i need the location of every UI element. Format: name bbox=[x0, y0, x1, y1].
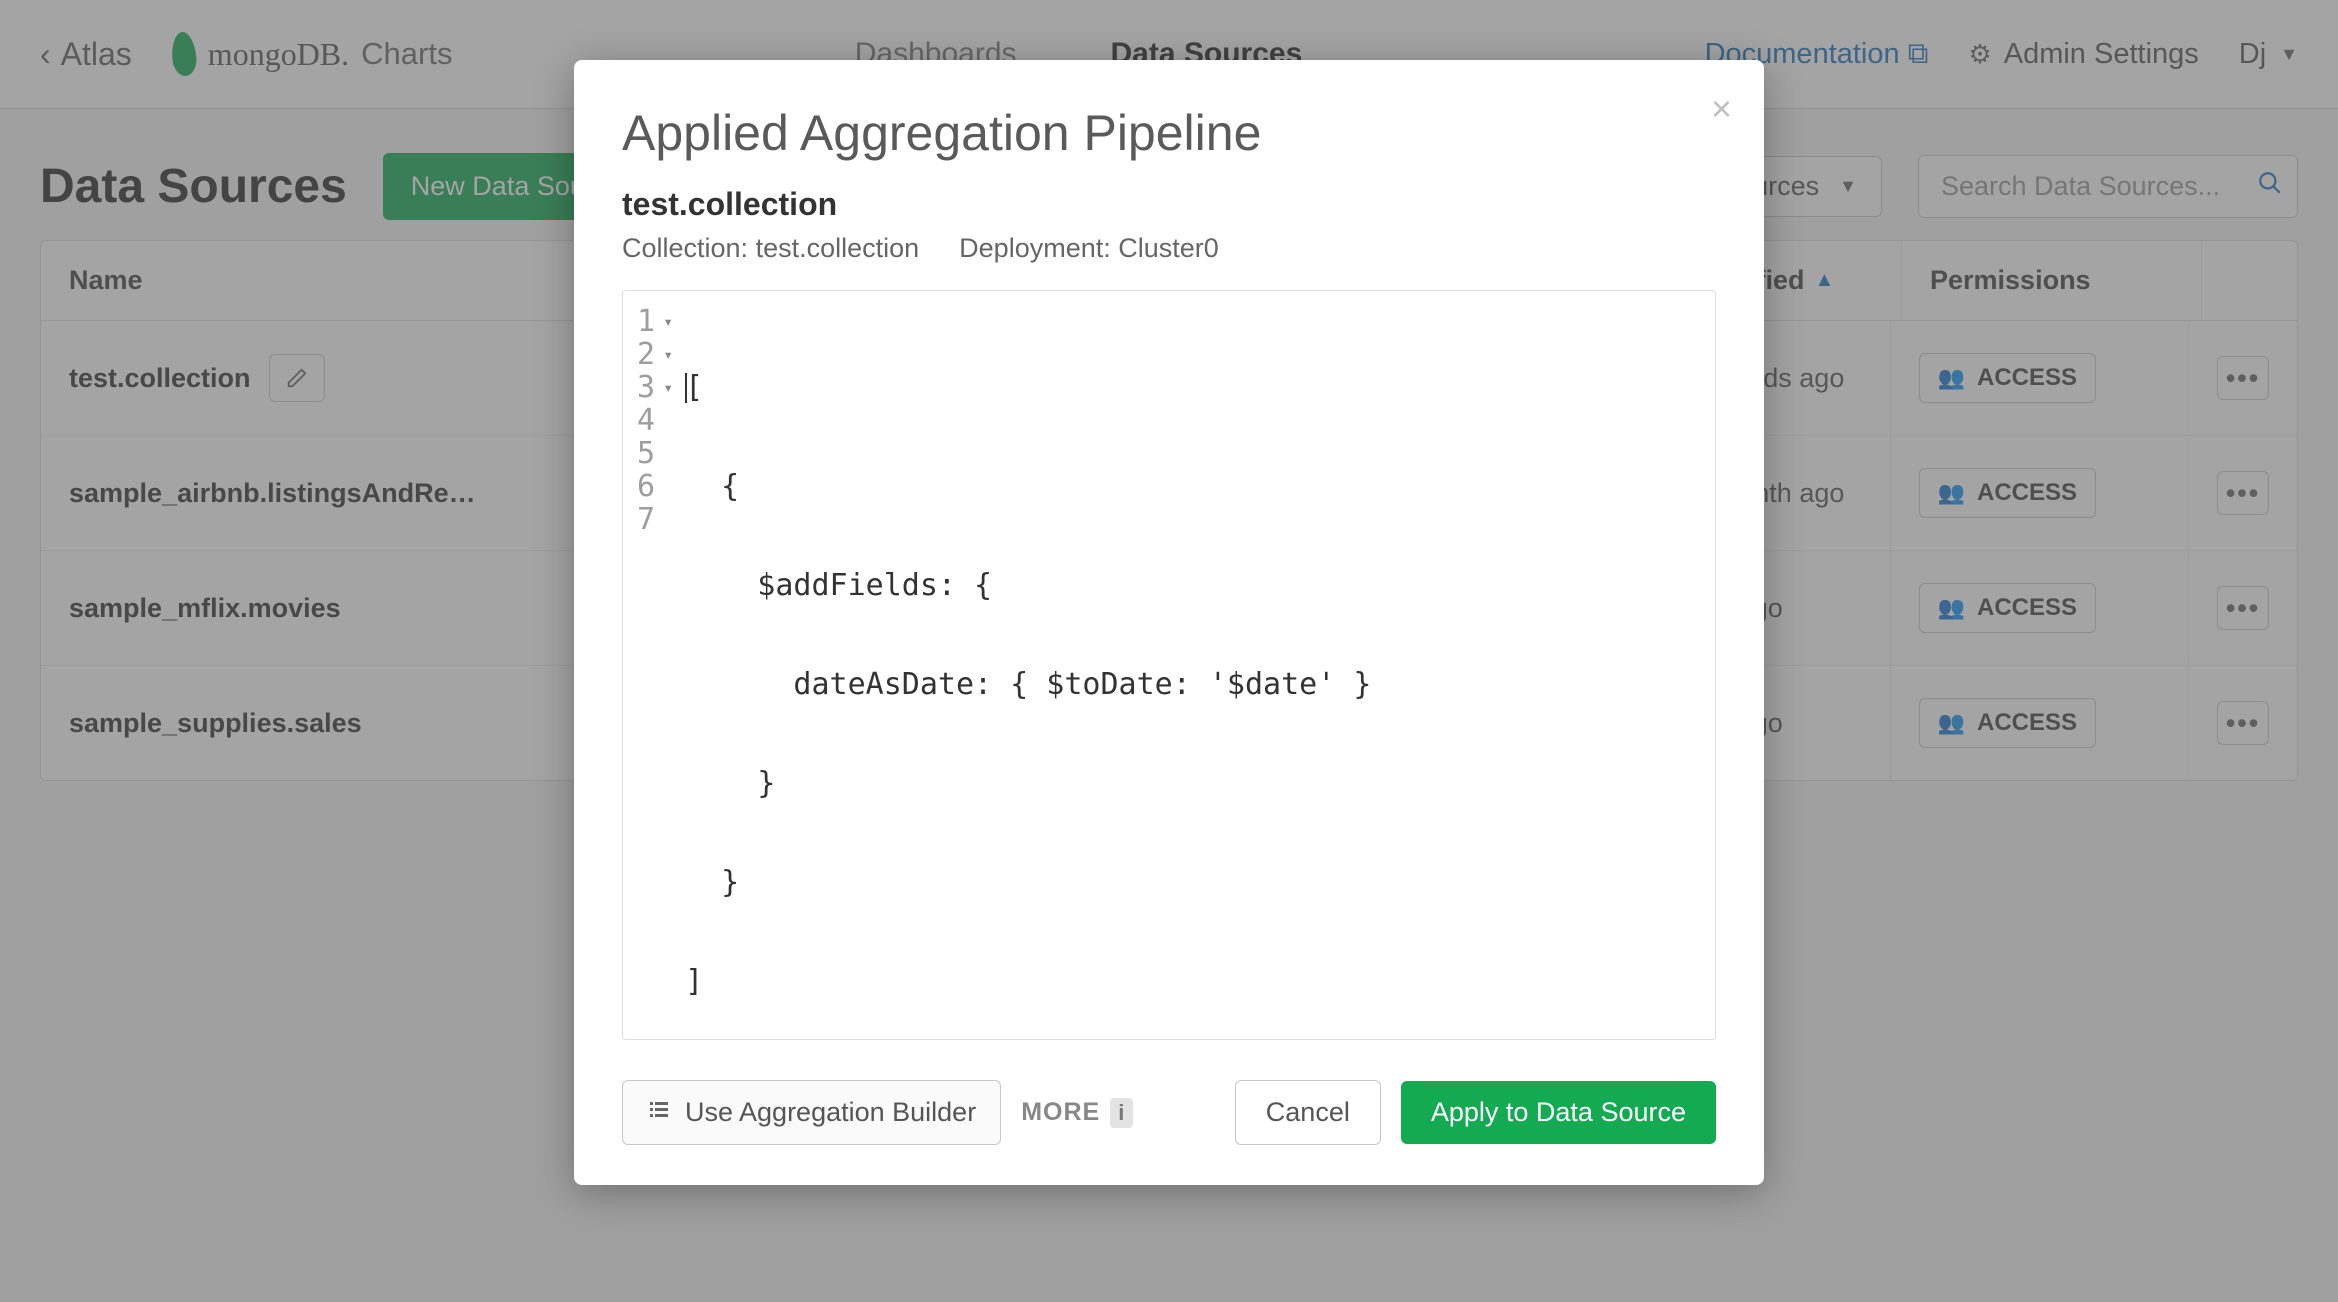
more-label: MORE bbox=[1021, 1098, 1100, 1127]
code-content[interactable]: [ { $addFields: { dateAsDate: { $toDate:… bbox=[677, 291, 1381, 1039]
use-aggregation-builder-button[interactable]: Use Aggregation Builder bbox=[622, 1080, 1001, 1145]
code-line: ] bbox=[685, 965, 1371, 998]
collection-label: Collection: bbox=[622, 233, 748, 263]
fold-icon[interactable]: ▾ bbox=[659, 346, 673, 364]
info-icon: i bbox=[1110, 1098, 1133, 1128]
collection-value: test.collection bbox=[756, 233, 920, 263]
use-builder-label: Use Aggregation Builder bbox=[685, 1097, 976, 1128]
fold-icon[interactable]: ▾ bbox=[659, 379, 673, 397]
deployment-label: Deployment: bbox=[959, 233, 1111, 263]
deployment-value: Cluster0 bbox=[1118, 233, 1219, 263]
more-link[interactable]: MORE i bbox=[1021, 1098, 1133, 1128]
apply-button[interactable]: Apply to Data Source bbox=[1401, 1081, 1716, 1144]
pipeline-code-editor[interactable]: 1▾ 2▾ 3▾ 4 5 6 7 [ { $addFields: { dateA… bbox=[622, 290, 1716, 1040]
list-icon bbox=[647, 1097, 671, 1128]
code-line: } bbox=[685, 866, 1371, 899]
code-line: dateAsDate: { $toDate: '$date' } bbox=[685, 668, 1371, 701]
code-line: { bbox=[685, 470, 1371, 503]
line-gutter: 1▾ 2▾ 3▾ 4 5 6 7 bbox=[623, 291, 677, 1039]
modal-title: Applied Aggregation Pipeline bbox=[622, 104, 1716, 162]
code-line: $addFields: { bbox=[685, 569, 1371, 602]
fold-icon[interactable]: ▾ bbox=[659, 313, 673, 331]
cancel-button[interactable]: Cancel bbox=[1235, 1080, 1381, 1145]
code-line: } bbox=[685, 767, 1371, 800]
code-line: [ bbox=[685, 371, 1371, 404]
close-modal-button[interactable]: × bbox=[1711, 88, 1732, 130]
aggregation-pipeline-modal: × Applied Aggregation Pipeline test.coll… bbox=[574, 60, 1764, 1185]
modal-source-name: test.collection bbox=[622, 186, 1716, 223]
